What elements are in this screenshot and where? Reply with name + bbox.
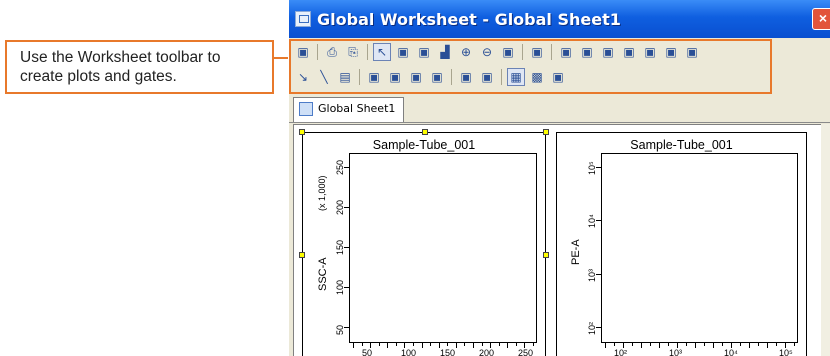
x-tick <box>668 343 669 346</box>
selection-handle[interactable] <box>543 129 549 135</box>
y-tick-label: 10³ <box>587 268 597 282</box>
worksheet-canvas[interactable]: Sample-Tube_001 SSC-A (x 1,000) 250 200 15… <box>293 124 823 356</box>
y-tick <box>596 327 601 328</box>
callout-line-2: create plots and gates. <box>20 68 177 85</box>
x-tick <box>455 343 457 348</box>
x-tick <box>490 343 492 348</box>
y-tick <box>344 327 349 328</box>
worksheet-window: Global Worksheet - Global Sheet1 × ▣ ⎙ ⎘ ↖ ▣… <box>289 0 830 356</box>
x-tick-label: 150 <box>440 348 456 356</box>
tab-strip: Global Sheet1 <box>289 94 830 123</box>
x-tick <box>749 343 750 348</box>
y-tick <box>344 247 349 248</box>
x-tick <box>605 343 606 348</box>
x-tick <box>473 343 474 348</box>
plot-title: Sample-Tube_001 <box>630 138 733 152</box>
y-tick <box>596 220 601 222</box>
x-tick <box>447 343 449 346</box>
vertical-scrollbar[interactable] <box>821 124 830 356</box>
plot-pe[interactable]: Sample-Tube_001 PE-A 10⁵ 10⁴ 10³ 10² 10² 10³ 1… <box>556 132 807 356</box>
callout-line-1: Use the Worksheet toolbar to <box>20 49 221 66</box>
y-axis-label: PE-A <box>570 239 582 265</box>
toolbar-highlight-box <box>289 39 772 94</box>
x-tick <box>387 343 389 348</box>
x-tick <box>659 343 660 348</box>
x-tick <box>421 343 423 348</box>
x-tick <box>533 343 534 346</box>
window-title: Global Worksheet - Global Sheet1 <box>317 10 621 29</box>
y-tick <box>344 287 349 288</box>
y-tick <box>344 167 349 168</box>
x-tick <box>515 343 517 346</box>
x-tick-label: 250 <box>518 348 534 356</box>
tab-label: Global Sheet1 <box>318 102 396 115</box>
x-tick <box>430 343 432 346</box>
plot-area[interactable] <box>601 153 798 343</box>
x-tick-label: 10⁵ <box>779 348 793 356</box>
y-tick-label: 10⁵ <box>587 161 597 175</box>
x-tick-label: 10² <box>614 348 628 356</box>
sheet-icon <box>299 102 313 116</box>
x-tick <box>677 343 678 348</box>
x-tick <box>353 343 354 348</box>
plot-area[interactable] <box>349 153 537 343</box>
y-axis-label: SSC-A <box>317 257 329 291</box>
selection-handle[interactable] <box>422 129 428 135</box>
close-button[interactable]: × <box>812 8 830 30</box>
x-tick-label: 100 <box>401 348 417 356</box>
x-tick <box>438 343 440 348</box>
x-tick <box>704 343 705 346</box>
tab-global-sheet1[interactable]: Global Sheet1 <box>293 97 405 122</box>
x-tick <box>395 343 397 346</box>
x-tick <box>370 343 372 348</box>
x-tick-label: 10³ <box>669 348 683 356</box>
x-tick <box>623 343 624 348</box>
selection-handle[interactable] <box>543 252 549 258</box>
x-tick <box>650 343 651 346</box>
callout-box: Use the Worksheet toolbar to create plot… <box>5 40 274 94</box>
x-tick <box>498 343 500 346</box>
y-tick <box>596 273 601 275</box>
x-tick <box>524 343 526 348</box>
x-tick <box>758 343 759 346</box>
x-tick <box>740 343 741 346</box>
selection-handle[interactable] <box>299 129 305 135</box>
x-tick-label: 10⁴ <box>724 348 738 356</box>
x-tick <box>361 343 363 346</box>
x-tick <box>413 343 414 346</box>
selection-handle[interactable] <box>299 252 305 258</box>
y-axis-scale-label: (x 1,000) <box>317 175 327 211</box>
x-tick <box>641 343 642 348</box>
x-tick <box>464 343 466 346</box>
x-tick <box>785 343 786 348</box>
y-tick-label: 10² <box>587 321 597 335</box>
x-tick <box>713 343 714 348</box>
y-tick <box>596 167 601 168</box>
x-tick <box>686 343 687 346</box>
x-tick <box>695 343 696 348</box>
x-tick <box>632 343 633 346</box>
x-tick <box>481 343 483 346</box>
x-tick <box>614 343 615 346</box>
x-tick-label: 50 <box>362 348 373 356</box>
x-tick <box>722 343 723 346</box>
x-tick <box>767 343 768 348</box>
plot-title: Sample-Tube_001 <box>372 138 476 152</box>
x-tick-label: 200 <box>479 348 495 356</box>
x-tick <box>507 343 509 348</box>
plot-ssc[interactable]: Sample-Tube_001 SSC-A (x 1,000) 250 200 15… <box>302 132 546 356</box>
x-tick <box>378 343 380 346</box>
title-bar[interactable]: Global Worksheet - Global Sheet1 × <box>289 0 830 38</box>
app-icon <box>295 11 311 27</box>
x-tick <box>776 343 777 346</box>
y-tick-label: 10⁴ <box>587 214 597 229</box>
x-tick <box>731 343 732 348</box>
x-tick <box>404 343 406 348</box>
x-tick <box>794 343 795 346</box>
callout-leader-line <box>272 57 288 59</box>
y-tick <box>344 207 349 208</box>
